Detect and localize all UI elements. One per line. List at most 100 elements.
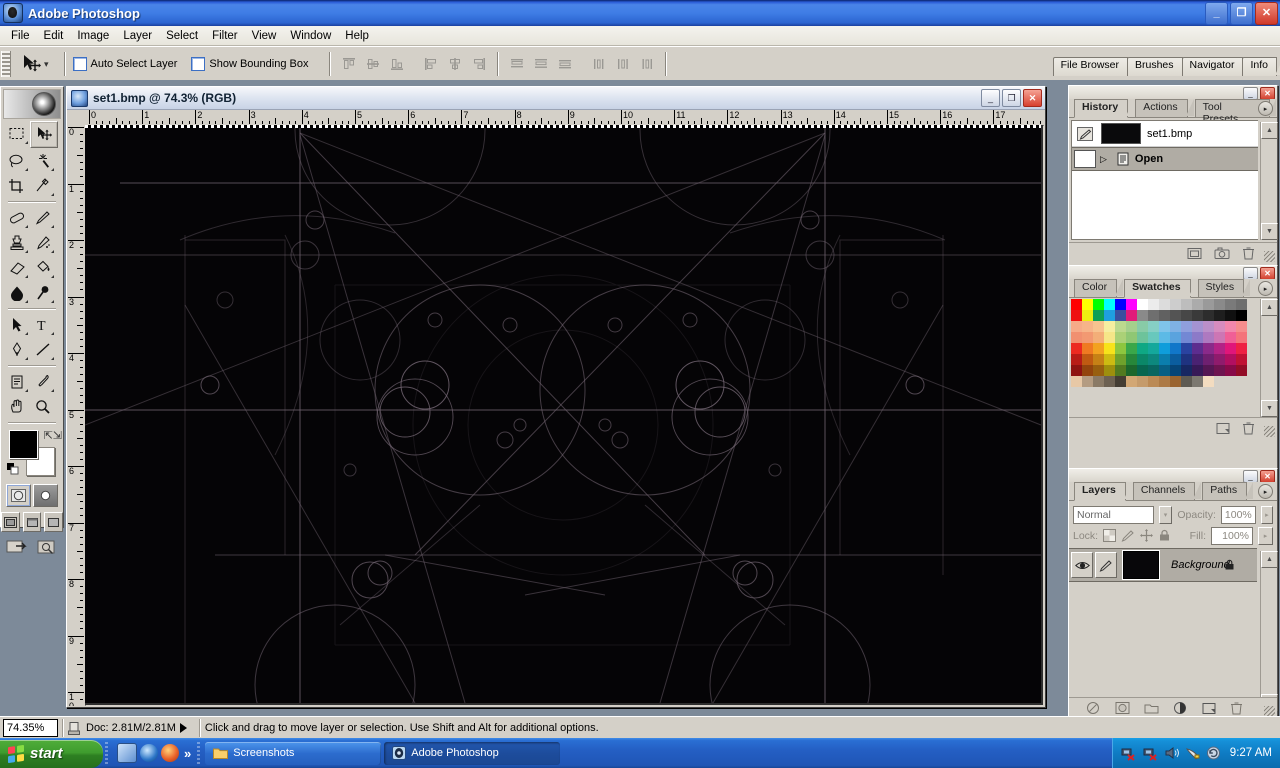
blend-mode-select[interactable]: Normal xyxy=(1073,505,1154,524)
swatch-8[interactable] xyxy=(1159,299,1170,310)
layers-scrollbar[interactable]: ▲ ▼ xyxy=(1260,551,1278,711)
current-tool-icon[interactable] xyxy=(14,51,48,77)
swatch-118[interactable] xyxy=(1137,376,1148,387)
menu-select[interactable]: Select xyxy=(159,28,205,44)
swatch-15[interactable] xyxy=(1236,299,1247,310)
tab-actions[interactable]: Actions xyxy=(1135,99,1195,117)
tool-slice[interactable] xyxy=(30,173,56,198)
swatch-96[interactable] xyxy=(1071,365,1082,376)
tab-history[interactable]: History xyxy=(1074,99,1135,118)
swatch-59[interactable] xyxy=(1192,332,1203,343)
swatch-123[interactable] xyxy=(1192,376,1203,387)
swatch-49[interactable] xyxy=(1082,332,1093,343)
swatch-34[interactable] xyxy=(1093,321,1104,332)
firefox-icon[interactable] xyxy=(161,744,179,762)
quick-mask-mode-button[interactable] xyxy=(33,484,58,507)
swatch-116[interactable] xyxy=(1115,376,1126,387)
tool-eraser[interactable] xyxy=(4,255,30,280)
show-desktop-icon[interactable] xyxy=(117,743,137,763)
updates-icon[interactable] xyxy=(1206,746,1221,760)
layer-name[interactable]: Background xyxy=(1171,559,1230,571)
layers-palette-menu-icon[interactable]: ▸ xyxy=(1258,484,1273,499)
menu-edit[interactable]: Edit xyxy=(37,28,71,44)
swatch-6[interactable] xyxy=(1137,299,1148,310)
show-bounding-box-option[interactable]: Show Bounding Box xyxy=(191,57,308,71)
history-scroll-down-button[interactable]: ▼ xyxy=(1261,223,1278,240)
align-top-edges-button[interactable] xyxy=(338,53,360,75)
swatch-51[interactable] xyxy=(1104,332,1115,343)
swatch-11[interactable] xyxy=(1192,299,1203,310)
create-new-swatch-button[interactable] xyxy=(1216,422,1230,435)
taskbar-item-photoshop[interactable]: Adobe Photoshop xyxy=(384,741,561,765)
tool-paint-bucket[interactable] xyxy=(30,255,56,280)
quick-launch-overflow-icon[interactable]: » xyxy=(184,746,191,761)
lock-transparent-pixels-button[interactable] xyxy=(1103,529,1117,542)
swatch-67[interactable] xyxy=(1104,343,1115,354)
clock[interactable]: 9:27 AM xyxy=(1230,747,1272,759)
blend-mode-chevron-down-icon[interactable]: ▾ xyxy=(1158,505,1173,524)
swatch-62[interactable] xyxy=(1225,332,1236,343)
add-layer-mask-button[interactable] xyxy=(1115,701,1130,715)
tool-hand[interactable] xyxy=(4,394,30,419)
menu-view[interactable]: View xyxy=(245,28,284,44)
auto-select-layer-option[interactable]: Auto Select Layer xyxy=(72,57,177,71)
swatch-73[interactable] xyxy=(1170,343,1181,354)
tool-lasso[interactable] xyxy=(4,148,30,173)
menu-filter[interactable]: Filter xyxy=(205,28,245,44)
delete-swatch-button[interactable] xyxy=(1242,421,1255,435)
swatch-25[interactable] xyxy=(1170,310,1181,321)
swatch-75[interactable] xyxy=(1192,343,1203,354)
swatch-28[interactable] xyxy=(1203,310,1214,321)
network-disconnected-icon[interactable] xyxy=(1121,746,1138,761)
swatch-26[interactable] xyxy=(1181,310,1192,321)
swatch-107[interactable] xyxy=(1192,365,1203,376)
fill-value[interactable]: 100% xyxy=(1211,526,1253,545)
horizontal-ruler[interactable]: 0 1 2 3 4 5 6 7 8 9 10 11 12 13 14 15 16 17 xyxy=(85,110,1044,126)
swatches-resize-grip[interactable] xyxy=(1264,426,1275,437)
swatch-7[interactable] xyxy=(1148,299,1159,310)
swatch-60[interactable] xyxy=(1203,332,1214,343)
tool-healing-brush[interactable] xyxy=(4,205,30,230)
create-new-group-button[interactable] xyxy=(1144,702,1159,715)
swatch-101[interactable] xyxy=(1126,365,1137,376)
swatch-3[interactable] xyxy=(1104,299,1115,310)
auto-select-layer-checkbox[interactable] xyxy=(72,57,87,71)
swatch-94[interactable] xyxy=(1225,354,1236,365)
swatch-27[interactable] xyxy=(1192,310,1203,321)
tool-dodge[interactable] xyxy=(30,280,56,305)
swatch-120[interactable] xyxy=(1159,376,1170,387)
tool-line[interactable] xyxy=(30,337,56,362)
swatches-scrollbar[interactable]: ▲ ▼ xyxy=(1260,299,1278,417)
tool-zoom[interactable] xyxy=(30,394,56,419)
swatch-117[interactable] xyxy=(1126,376,1137,387)
swatch-85[interactable] xyxy=(1126,354,1137,365)
swatch-74[interactable] xyxy=(1181,343,1192,354)
history-scroll-up-button[interactable]: ▲ xyxy=(1261,122,1278,139)
swatch-103[interactable] xyxy=(1148,365,1159,376)
swatch-32[interactable] xyxy=(1071,321,1082,332)
swatch-114[interactable] xyxy=(1093,376,1104,387)
align-vertical-centers-button[interactable] xyxy=(362,53,384,75)
swatch-68[interactable] xyxy=(1115,343,1126,354)
swatch-104[interactable] xyxy=(1159,365,1170,376)
create-document-from-state-button[interactable] xyxy=(1187,247,1202,260)
swatch-110[interactable] xyxy=(1225,365,1236,376)
swatch-61[interactable] xyxy=(1214,332,1225,343)
tool-type[interactable]: T xyxy=(30,312,56,337)
swatch-36[interactable] xyxy=(1115,321,1126,332)
swatch-100[interactable] xyxy=(1115,365,1126,376)
tab-color[interactable]: Color xyxy=(1074,279,1124,297)
media-player-icon[interactable] xyxy=(140,744,158,762)
history-scrollbar[interactable]: ▲ ▼ xyxy=(1260,122,1278,240)
tab-channels[interactable]: Channels xyxy=(1132,482,1202,500)
create-new-snapshot-button[interactable] xyxy=(1214,247,1230,260)
swatch-31[interactable] xyxy=(1236,310,1247,321)
tool-pen[interactable] xyxy=(4,337,30,362)
options-bar-grip[interactable] xyxy=(1,51,11,77)
opacity-slider-button[interactable]: ▸ xyxy=(1260,505,1273,524)
tool-path-selection[interactable] xyxy=(4,312,30,337)
swatch-108[interactable] xyxy=(1203,365,1214,376)
swatch-113[interactable] xyxy=(1082,376,1093,387)
swatch-grid[interactable] xyxy=(1071,299,1247,387)
image-canvas[interactable] xyxy=(85,125,1041,703)
